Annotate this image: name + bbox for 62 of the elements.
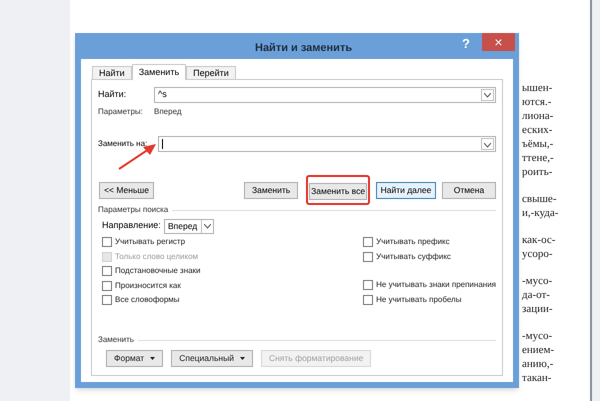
- find-field[interactable]: ^s: [154, 87, 496, 103]
- checkbox-label: Учитывать суффикс: [376, 250, 451, 263]
- text-line: ттене,-: [522, 151, 555, 165]
- checkbox[interactable]: [102, 266, 112, 276]
- dialog-button[interactable]: Заменить все: [309, 182, 368, 200]
- dialog-button[interactable]: Отмена: [442, 182, 496, 198]
- dialog-button[interactable]: Специальный: [171, 350, 253, 366]
- group-title: Заменить: [98, 334, 135, 346]
- text-line: ением-: [522, 343, 556, 357]
- text-line: как-ос-: [522, 233, 556, 247]
- text-line: анию,-: [522, 357, 554, 371]
- tab[interactable]: Найти: [92, 66, 132, 79]
- field-value: ^s: [158, 88, 168, 102]
- checkbox-label: Только слово целиком: [115, 250, 198, 263]
- dropdown-arrow-icon[interactable]: [201, 220, 213, 232]
- text-line: -мусо-: [522, 329, 554, 343]
- text-line: такан-: [522, 371, 552, 385]
- direction-label: Направление:: [102, 219, 162, 232]
- checkbox[interactable]: [102, 237, 112, 248]
- checkbox[interactable]: [363, 237, 374, 248]
- options-label: Параметры:: [98, 106, 144, 118]
- checkbox[interactable]: [363, 294, 374, 305]
- checkbox-label: Подстановочные знаки: [115, 265, 201, 278]
- text-line: ышен-: [522, 81, 554, 95]
- text-line: зации-: [522, 302, 554, 316]
- text-line: да-от-: [522, 288, 551, 302]
- text-line: роить-: [522, 165, 554, 179]
- checkbox[interactable]: [363, 280, 374, 290]
- dialog-button[interactable]: Найти далее: [376, 182, 436, 198]
- text-line: ъёмы,-: [522, 137, 554, 151]
- checkbox-label: Учитывать регистр: [115, 236, 186, 248]
- dropdown-caret-icon: [240, 356, 245, 360]
- dialog-button[interactable]: Формат: [106, 350, 164, 366]
- checkbox[interactable]: [102, 295, 112, 306]
- dropdown-caret-icon: [150, 356, 156, 360]
- text-cursor: [162, 139, 163, 149]
- group-title: Параметры поиска: [98, 204, 170, 216]
- text-line: лиона-: [522, 109, 554, 123]
- text-line: ются.-: [522, 95, 552, 109]
- text-line: и,-куда-: [522, 206, 558, 220]
- checkbox[interactable]: [102, 280, 112, 291]
- tab[interactable]: Перейти: [186, 66, 236, 79]
- checkbox[interactable]: [363, 252, 374, 262]
- text-line: усоро-: [522, 247, 554, 261]
- window-title: Найти и заменить: [255, 41, 352, 56]
- direction-select[interactable]: Вперед: [164, 218, 214, 234]
- dialog-button[interactable]: << Меньше: [99, 182, 154, 198]
- checkbox-label: Учитывать префикс: [376, 236, 450, 248]
- replace-field[interactable]: [158, 136, 496, 152]
- close-button[interactable]: ×: [482, 33, 515, 51]
- checkbox-label: Не учитывать пробелы: [376, 294, 462, 306]
- text-line: еских-: [522, 123, 554, 137]
- field-label: Заменить на:: [98, 138, 148, 150]
- tab[interactable]: Заменить: [132, 64, 186, 80]
- field-label: Найти:: [98, 88, 128, 102]
- dialog-button[interactable]: Заменить: [244, 182, 298, 198]
- text-line: -мусо-: [522, 274, 554, 288]
- text-line: свыше-: [522, 192, 558, 206]
- checkbox-label: Произносится как: [115, 280, 181, 292]
- options-value: Вперед: [154, 106, 182, 118]
- checkbox-label: Все словоформы: [115, 294, 180, 306]
- checkbox-label: Не учитывать знаки препинания: [376, 279, 496, 292]
